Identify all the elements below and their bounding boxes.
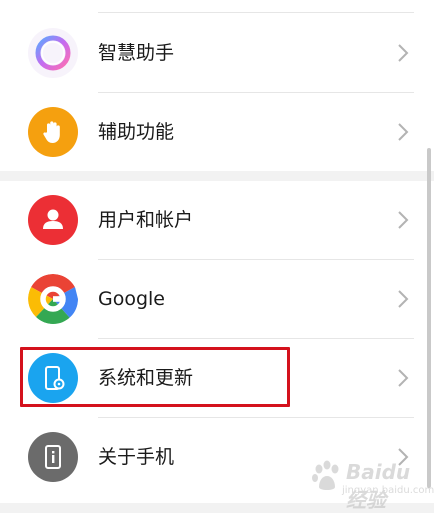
settings-item-label: 辅助功能 (98, 121, 175, 143)
baidu-jingyan-watermark: Baidu 经验 jingyan.baidu.com (306, 456, 434, 512)
settings-group-top: 智慧助手 辅助功能 (0, 0, 434, 171)
settings-item-google[interactable]: Google (0, 260, 434, 339)
settings-item-label: 用户和帐户 (98, 209, 194, 231)
settings-item-accessibility[interactable]: 辅助功能 (0, 93, 434, 172)
highlight-box (20, 347, 290, 407)
settings-group-bottom: 用户和帐户 Google 系统和更新 关于手机 (0, 181, 434, 503)
user-icon (28, 195, 78, 245)
assistant-ring-icon (28, 28, 78, 78)
chevron-right-icon (398, 44, 409, 62)
scrollbar[interactable] (427, 148, 431, 488)
settings-item-label: 智慧助手 (98, 42, 175, 64)
settings-item-users-accounts[interactable]: 用户和帐户 (0, 181, 434, 260)
google-g-icon (28, 274, 78, 324)
settings-item-smart-assistant[interactable]: 智慧助手 (0, 14, 434, 93)
chevron-right-icon (398, 369, 409, 387)
baidu-paw-icon (312, 460, 339, 490)
watermark-url: jingyan.baidu.com (342, 485, 434, 496)
chevron-right-icon (398, 290, 409, 308)
chevron-right-icon (398, 123, 409, 141)
divider (98, 12, 414, 13)
hand-icon (28, 107, 78, 157)
settings-item-label: 关于手机 (98, 446, 175, 468)
chevron-right-icon (398, 211, 409, 229)
phone-info-icon (28, 432, 78, 482)
settings-item-label: Google (98, 288, 166, 310)
